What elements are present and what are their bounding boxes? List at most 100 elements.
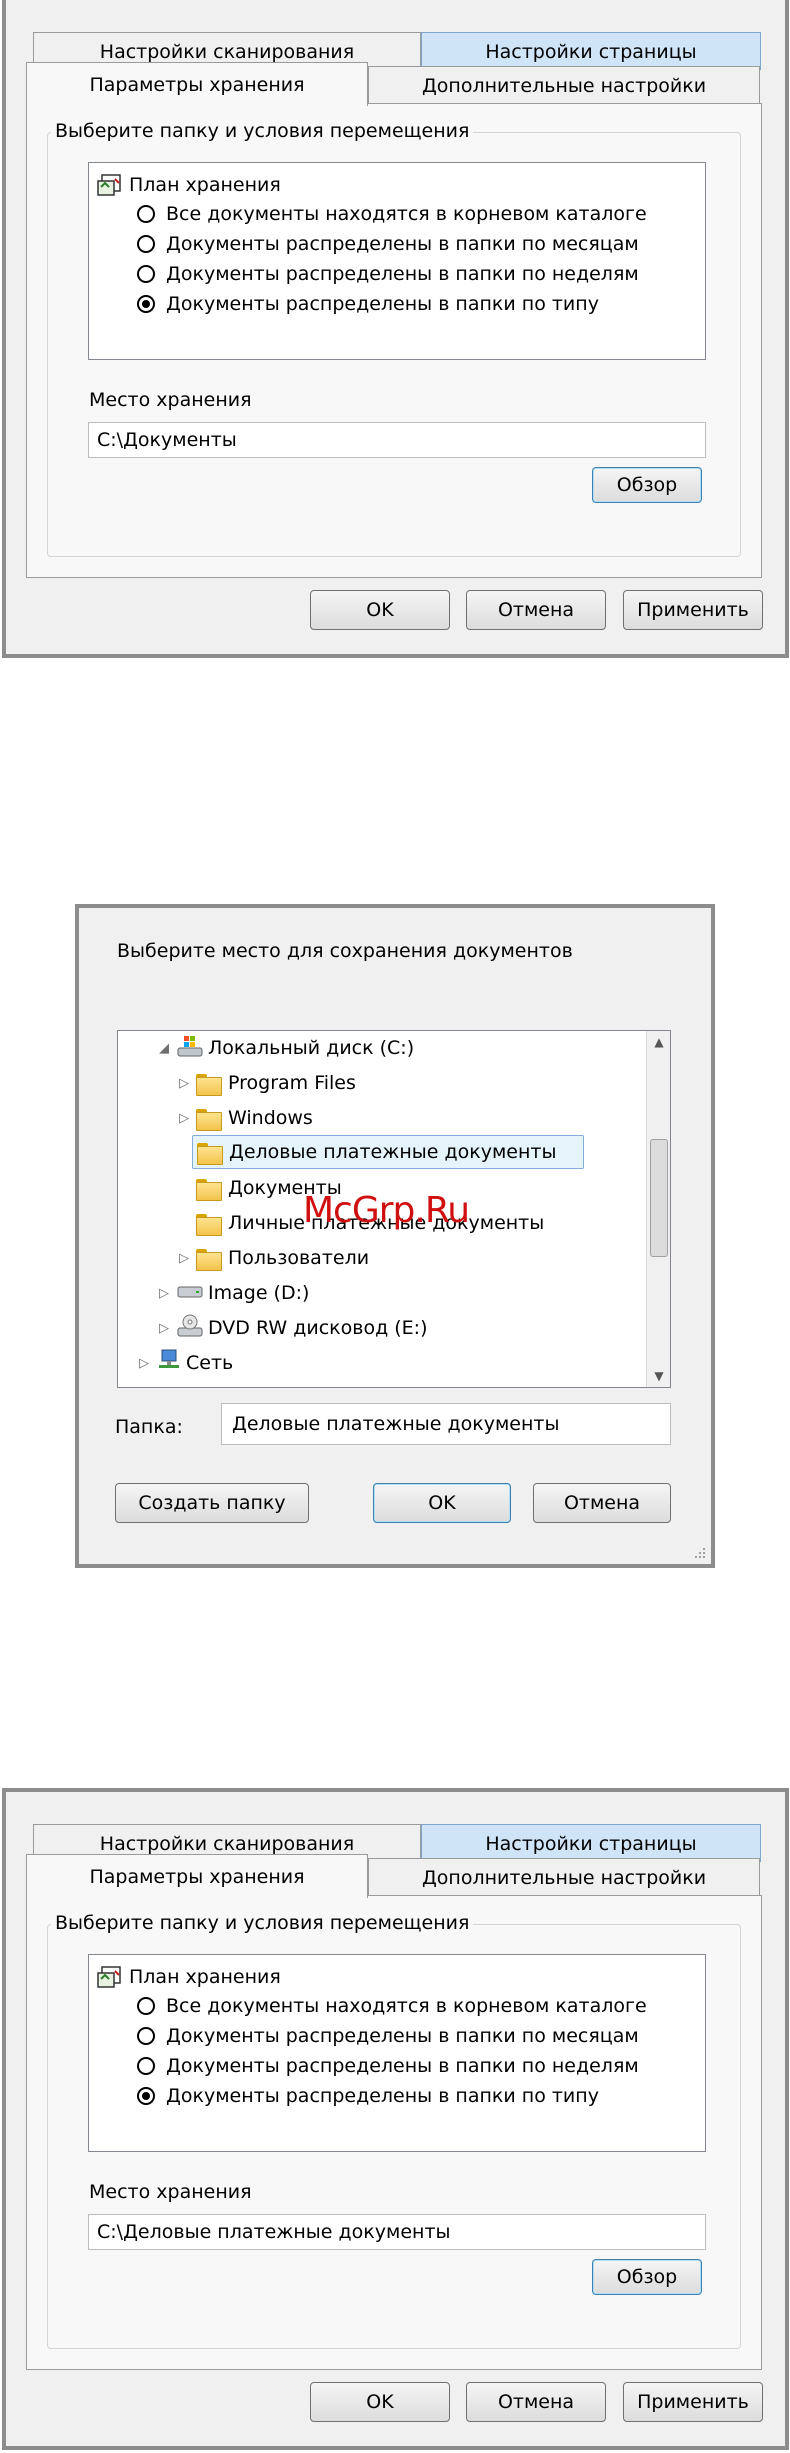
folder-name-input[interactable]: Деловые платежные документы: [221, 1403, 671, 1445]
option-by-type[interactable]: Документы распределены в папки по типу: [137, 2085, 599, 2107]
option-root-folder[interactable]: Все документы находятся в корневом катал…: [137, 203, 647, 225]
tree-item-label: Сеть: [186, 1352, 234, 1374]
tree-item-users[interactable]: ▷ Пользователи: [176, 1241, 369, 1275]
radio-icon[interactable]: [137, 295, 155, 313]
option-by-month[interactable]: Документы распределены в папки по месяца…: [137, 2025, 639, 2047]
storage-plan-title: План хранения: [129, 1966, 281, 1988]
storage-plan-box: План хранения Все документы находятся в …: [88, 1954, 706, 2152]
radio-icon[interactable]: [137, 1997, 155, 2015]
collapsed-arrow-icon[interactable]: ▷: [176, 1076, 192, 1091]
tab-label: Настройки страницы: [485, 40, 697, 63]
cancel-button[interactable]: Отмена: [466, 2382, 606, 2422]
collapsed-arrow-icon[interactable]: ▷: [156, 1286, 172, 1301]
option-root-folder[interactable]: Все документы находятся в корневом катал…: [137, 1995, 647, 2017]
storage-settings-dialog-updated: Настройки сканирования Настройки страниц…: [2, 1788, 789, 2450]
option-label: Все документы находятся в корневом катал…: [166, 1995, 647, 2017]
option-by-week[interactable]: Документы распределены в папки по неделя…: [137, 2055, 639, 2077]
expanded-arrow-icon[interactable]: ◢: [156, 1041, 172, 1056]
storage-plan-icon: [97, 1965, 123, 1989]
folder-icon: [196, 1177, 222, 1201]
option-by-month[interactable]: Документы распределены в папки по месяца…: [137, 233, 639, 255]
radio-icon[interactable]: [137, 265, 155, 283]
radio-icon[interactable]: [137, 205, 155, 223]
browse-button[interactable]: Обзор: [592, 467, 702, 503]
tab-advanced-settings[interactable]: Дополнительные настройки: [368, 66, 760, 104]
collapsed-arrow-icon[interactable]: ▷: [156, 1321, 172, 1336]
ok-button[interactable]: OK: [310, 2382, 450, 2422]
network-icon: [156, 1348, 182, 1379]
scroll-thumb[interactable]: [650, 1139, 668, 1257]
tree-item-label: Локальный диск (C:): [208, 1037, 415, 1059]
location-input[interactable]: C:\Документы: [88, 422, 706, 458]
radio-icon[interactable]: [137, 235, 155, 253]
option-by-type[interactable]: Документы распределены в папки по типу: [137, 293, 599, 315]
cancel-button[interactable]: Отмена: [466, 590, 606, 630]
radio-icon[interactable]: [137, 2087, 155, 2105]
folder-icon: [196, 1212, 222, 1236]
radio-icon[interactable]: [137, 2027, 155, 2045]
apply-button[interactable]: Применить: [623, 590, 763, 630]
option-label: Все документы находятся в корневом катал…: [166, 203, 647, 225]
new-folder-button[interactable]: Создать папку: [115, 1483, 309, 1523]
browse-button[interactable]: Обзор: [592, 2259, 702, 2295]
resize-grip-icon[interactable]: [693, 1546, 707, 1560]
option-by-week[interactable]: Документы распределены в папки по неделя…: [137, 263, 639, 285]
drive-windows-icon: [176, 1034, 204, 1063]
scroll-down-icon[interactable]: ▼: [647, 1369, 670, 1383]
tree-item-business-payments[interactable]: Деловые платежные документы: [192, 1135, 584, 1169]
browse-prompt: Выберите место для сохранения документов: [117, 940, 573, 962]
option-label: Документы распределены в папки по месяца…: [166, 233, 639, 255]
folder-icon: [197, 1141, 223, 1165]
watermark: McGrp.Ru: [303, 1190, 470, 1231]
tree-item-label: Деловые платежные документы: [229, 1141, 557, 1163]
tab-panel: Выберите папку и условия перемещения Пла…: [26, 1895, 762, 2370]
option-label: Документы распределены в папки по месяца…: [166, 2025, 639, 2047]
tree-item-label: DVD RW дисковод (E:): [208, 1317, 428, 1339]
apply-button[interactable]: Применить: [623, 2382, 763, 2422]
tree-item-label: Windows: [228, 1107, 313, 1129]
radio-icon[interactable]: [137, 2057, 155, 2075]
group-title: Выберите папку и условия перемещения: [51, 1912, 474, 1934]
tab-page-settings[interactable]: Настройки страницы: [421, 1824, 761, 1862]
collapsed-arrow-icon[interactable]: ▷: [136, 1356, 152, 1371]
location-label: Место хранения: [89, 2181, 252, 2203]
tab-label: Параметры хранения: [89, 73, 305, 96]
drive-icon: [176, 1282, 204, 1305]
ok-button[interactable]: OK: [310, 590, 450, 630]
option-label: Документы распределены в папки по типу: [166, 293, 599, 315]
tree-item-label: Program Files: [228, 1072, 356, 1094]
storage-plan-icon: [97, 173, 123, 197]
tree-scrollbar[interactable]: ▲ ▼: [646, 1031, 670, 1387]
option-label: Документы распределены в папки по неделя…: [166, 2055, 639, 2077]
tree-item-program-files[interactable]: ▷ Program Files: [176, 1066, 356, 1100]
tree-item-network[interactable]: ▷ Сеть: [136, 1346, 233, 1380]
browse-ok-button[interactable]: OK: [373, 1483, 511, 1523]
group-title: Выберите папку и условия перемещения: [51, 120, 474, 142]
location-input[interactable]: C:\Деловые платежные документы: [88, 2214, 706, 2250]
tree-item-label: Пользователи: [228, 1247, 370, 1269]
tab-page-settings[interactable]: Настройки страницы: [421, 32, 761, 70]
radio-dot: [142, 300, 150, 308]
tab-advanced-settings[interactable]: Дополнительные настройки: [368, 1858, 760, 1896]
tab-label: Дополнительные настройки: [421, 1866, 707, 1889]
dvd-drive-icon: [176, 1314, 204, 1343]
option-label: Документы распределены в папки по неделя…: [166, 263, 639, 285]
tree-item-image-d[interactable]: ▷ Image (D:): [156, 1276, 309, 1310]
tab-label: Настройки сканирования: [99, 1832, 355, 1855]
storage-settings-dialog-initial: Настройки сканирования Настройки страниц…: [2, 0, 789, 658]
tab-label: Параметры хранения: [89, 1865, 305, 1888]
collapsed-arrow-icon[interactable]: ▷: [176, 1111, 192, 1126]
tree-item-dvd-e[interactable]: ▷ DVD RW дисковод (E:): [156, 1311, 427, 1345]
tree-item-windows[interactable]: ▷ Windows: [176, 1101, 313, 1135]
folder-icon: [196, 1247, 222, 1271]
tab-storage-settings[interactable]: Параметры хранения: [26, 1854, 368, 1898]
tab-label: Дополнительные настройки: [421, 74, 707, 97]
tree-item-label: Image (D:): [208, 1282, 310, 1304]
tree-item-local-disk-c[interactable]: ◢ Локальный диск (C:): [156, 1031, 486, 1065]
folder-icon: [196, 1072, 222, 1096]
scroll-up-icon[interactable]: ▲: [647, 1035, 670, 1049]
collapsed-arrow-icon[interactable]: ▷: [176, 1251, 192, 1266]
tab-storage-settings[interactable]: Параметры хранения: [26, 62, 368, 106]
browse-cancel-button[interactable]: Отмена: [533, 1483, 671, 1523]
storage-plan-box: План хранения Все документы находятся в …: [88, 162, 706, 360]
